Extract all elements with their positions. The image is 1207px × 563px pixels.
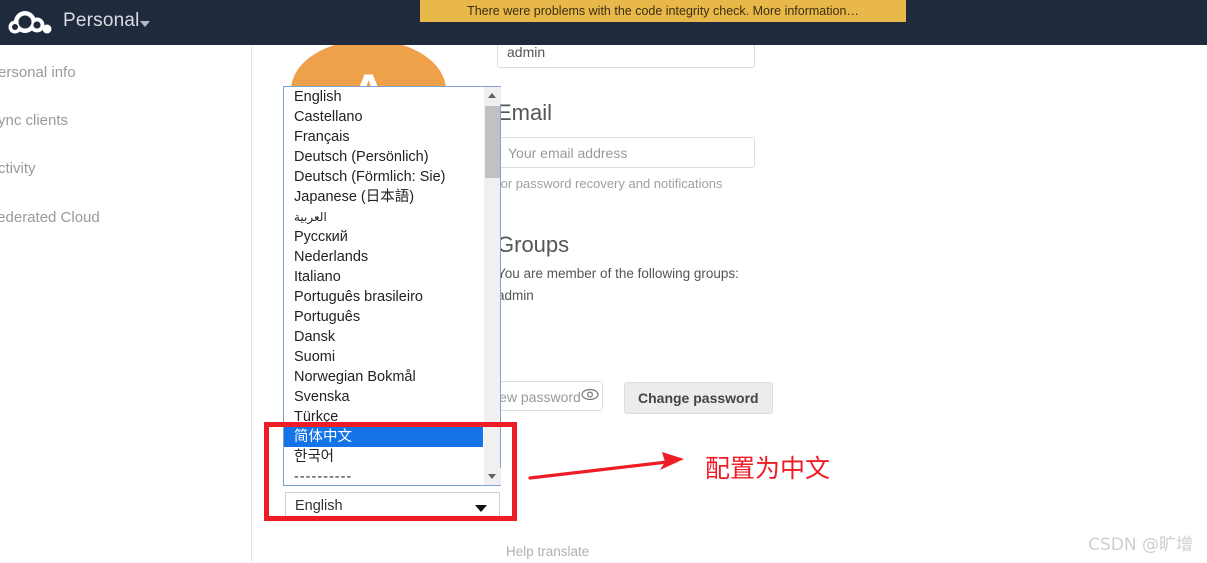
help-translate-link[interactable]: Help translate: [506, 544, 589, 559]
owncloud-cloud-logo-icon[interactable]: [8, 6, 56, 40]
chevron-down-icon[interactable]: [475, 505, 487, 512]
language-option[interactable]: Deutsch (Persönlich): [284, 147, 483, 167]
language-option-selected[interactable]: 简体中文: [284, 427, 483, 447]
language-option[interactable]: 한국어: [284, 447, 483, 467]
sidebar-item-personal-info[interactable]: Personal info: [0, 64, 76, 81]
sidebar-item-activity[interactable]: Activity: [0, 160, 36, 177]
email-input[interactable]: Your email address: [497, 137, 755, 168]
language-select-value: English: [295, 498, 343, 514]
app-header: Personal There were problems with the co…: [0, 0, 1207, 45]
language-option[interactable]: Suomi: [284, 347, 483, 367]
language-option[interactable]: Svenska: [284, 387, 483, 407]
app-title[interactable]: Personal: [63, 10, 140, 32]
dropdown-scrollbar[interactable]: [483, 87, 501, 485]
triangle-down-icon[interactable]: [484, 468, 501, 485]
email-hint: for password recovery and notifications: [497, 176, 723, 191]
page-root: Personal There were problems with the co…: [0, 0, 1207, 563]
settings-sidebar: Personal info Sync clients Activity Fede…: [0, 45, 252, 563]
language-option[interactable]: Japanese (日本語): [284, 187, 483, 207]
language-option[interactable]: العربية: [284, 207, 483, 227]
language-option[interactable]: Português brasileiro: [284, 287, 483, 307]
language-option-list[interactable]: English Castellano Français Deutsch (Per…: [284, 87, 483, 485]
email-section-title: Email: [497, 100, 553, 125]
language-option[interactable]: Castellano: [284, 107, 483, 127]
scrollbar-thumb[interactable]: [485, 106, 500, 178]
language-option[interactable]: Norwegian Bokmål: [284, 367, 483, 387]
annotation-arrow-icon: [528, 440, 708, 490]
sidebar-item-sync-clients[interactable]: Sync clients: [0, 112, 68, 129]
triangle-up-icon[interactable]: [484, 87, 501, 104]
sidebar-item-federated-cloud[interactable]: Federated Cloud: [0, 209, 100, 226]
language-option[interactable]: Dansk: [284, 327, 483, 347]
eye-icon[interactable]: [581, 388, 599, 406]
language-option[interactable]: Français: [284, 127, 483, 147]
language-option[interactable]: Deutsch (Förmlich: Sie): [284, 167, 483, 187]
groups-description: You are member of the following groups:: [497, 266, 739, 281]
csdn-watermark: CSDN @旷增: [1088, 535, 1193, 555]
annotation-label: 配置为中文: [705, 454, 831, 483]
language-option[interactable]: Türkçe: [284, 407, 483, 427]
language-option[interactable]: English: [284, 87, 483, 107]
language-select[interactable]: English: [285, 492, 500, 521]
change-password-button[interactable]: Change password: [624, 382, 773, 414]
groups-section-title: Groups: [497, 232, 570, 257]
language-dropdown-list[interactable]: English Castellano Français Deutsch (Per…: [283, 86, 501, 486]
code-integrity-warning-banner[interactable]: There were problems with the code integr…: [420, 0, 906, 22]
groups-list: admin: [497, 288, 534, 303]
language-option[interactable]: Русский: [284, 227, 483, 247]
language-option[interactable]: Italiano: [284, 267, 483, 287]
language-option-separator: ----------: [294, 469, 353, 485]
language-option[interactable]: Nederlands: [284, 247, 483, 267]
chevron-down-icon[interactable]: [140, 21, 150, 27]
language-option[interactable]: Português: [284, 307, 483, 327]
